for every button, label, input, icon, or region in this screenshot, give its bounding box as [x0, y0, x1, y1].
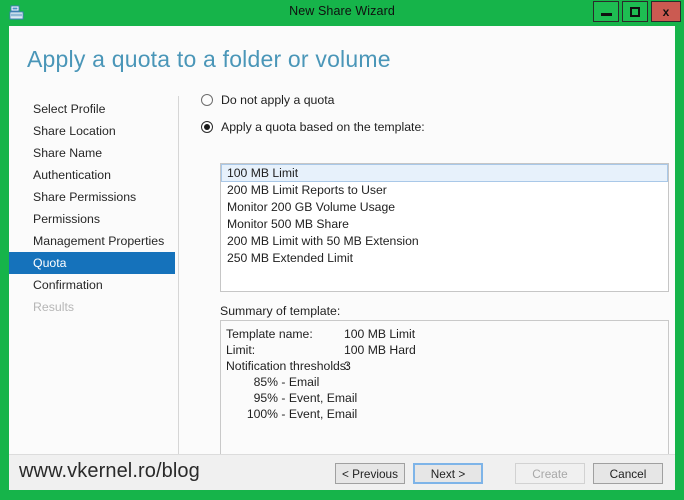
summary-label: Summary of template: [220, 304, 341, 318]
list-item[interactable]: Monitor 200 GB Volume Usage [221, 199, 668, 216]
radio-checked-icon [201, 120, 213, 133]
sidebar-item-permissions[interactable]: Permissions [9, 208, 179, 230]
sidebar-item-share-permissions[interactable]: Share Permissions [9, 186, 179, 208]
sidebar-divider [178, 96, 179, 470]
threshold-actions: - Email [281, 375, 320, 389]
threshold-percent: 95% [253, 391, 278, 405]
next-button[interactable]: Next > [413, 463, 483, 484]
list-item[interactable]: 100 MB Limit [221, 164, 668, 182]
new-share-wizard-window: New Share Wizard x Apply a quota to a fo… [0, 0, 684, 500]
threshold-row: 85% - Email [226, 374, 668, 390]
threshold-percent: 100% [246, 407, 278, 421]
page-title: Apply a quota to a folder or volume [27, 46, 391, 72]
sidebar-item-quota[interactable]: Quota [9, 252, 175, 274]
sidebar-item-share-name[interactable]: Share Name [9, 142, 179, 164]
sidebar-item-confirmation[interactable]: Confirmation [9, 274, 179, 296]
summary-value: 3 [344, 359, 351, 373]
threshold-row: 100% - Event, Email [226, 406, 668, 422]
footer-button-row: < Previous Next > Create Cancel [335, 463, 663, 484]
summary-key: Limit: [226, 343, 256, 357]
watermark-text: www.vkernel.ro/blog [19, 460, 200, 482]
summary-row-notification-thresholds: Notification thresholds: 3 [226, 358, 668, 374]
close-button[interactable]: x [651, 1, 681, 22]
template-summary-box: Template name: 100 MB Limit Limit: 100 M… [220, 320, 669, 466]
summary-key: Notification thresholds: [226, 359, 350, 373]
threshold-actions: - Event, Email [281, 391, 358, 405]
wizard-footer: www.vkernel.ro/blog < Previous Next > Cr… [9, 455, 675, 490]
radio-unchecked-icon [201, 93, 213, 106]
sidebar-item-select-profile[interactable]: Select Profile [9, 98, 179, 120]
sidebar-item-management-properties[interactable]: Management Properties [9, 230, 179, 252]
maximize-button[interactable] [622, 1, 648, 22]
threshold-actions: - Event, Email [281, 407, 358, 421]
sidebar-item-share-location[interactable]: Share Location [9, 120, 179, 142]
wizard-client-area: Apply a quota to a folder or volume Sele… [9, 26, 675, 490]
title-bar: New Share Wizard x [0, 0, 684, 26]
summary-value: 100 MB Hard [344, 343, 416, 357]
radio-do-not-apply-quota-label: Do not apply a quota [221, 92, 335, 107]
summary-key: Template name: [226, 327, 313, 341]
radio-do-not-apply-quota[interactable]: Do not apply a quota [201, 90, 663, 109]
radio-apply-quota-template[interactable]: Apply a quota based on the template: [201, 117, 663, 136]
list-item[interactable]: Monitor 500 MB Share [221, 216, 668, 233]
window-title: New Share Wizard [289, 4, 395, 18]
wizard-step-nav: Select Profile Share Location Share Name… [9, 98, 179, 318]
list-item[interactable]: 200 MB Limit Reports to User [221, 182, 668, 199]
summary-value: 100 MB Limit [344, 327, 416, 341]
threshold-row: 95% - Event, Email [226, 390, 668, 406]
minimize-button[interactable] [593, 1, 619, 22]
cancel-button[interactable]: Cancel [593, 463, 663, 484]
create-button: Create [515, 463, 585, 484]
threshold-percent: 85% [253, 375, 278, 389]
quota-pane: Do not apply a quota Apply a quota based… [201, 90, 669, 466]
radio-apply-quota-template-label: Apply a quota based on the template: [221, 119, 425, 134]
summary-row-limit: Limit: 100 MB Hard [226, 342, 668, 358]
previous-button[interactable]: < Previous [335, 463, 405, 484]
list-item[interactable]: 200 MB Limit with 50 MB Extension [221, 233, 668, 250]
list-item[interactable]: 250 MB Extended Limit [221, 250, 668, 267]
sidebar-item-authentication[interactable]: Authentication [9, 164, 179, 186]
sidebar-item-results: Results [33, 300, 75, 314]
summary-row-template-name: Template name: 100 MB Limit [226, 326, 668, 342]
quota-template-listbox[interactable]: 100 MB Limit 200 MB Limit Reports to Use… [220, 163, 669, 292]
window-controls: x [593, 1, 681, 23]
